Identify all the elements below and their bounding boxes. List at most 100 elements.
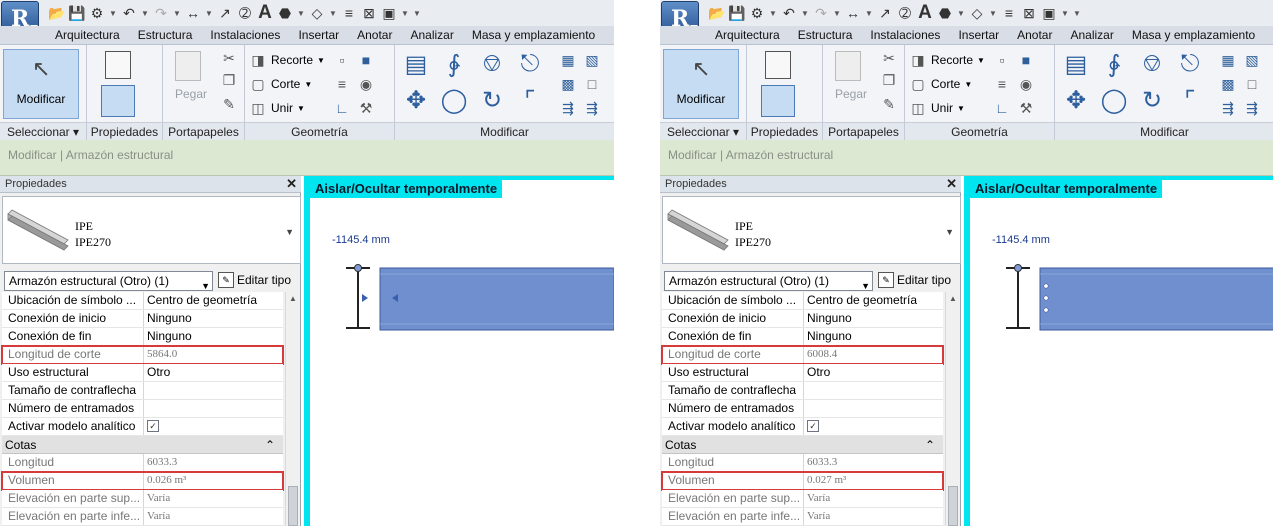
instance-filter-select[interactable]: Armazón estructural (Otro) (1) ▼ — [664, 271, 873, 291]
type-selector[interactable]: IPE IPE270 ▼ — [662, 196, 961, 264]
tab-analizar[interactable]: Analizar — [1061, 26, 1122, 44]
tab-insertar[interactable]: Insertar — [949, 26, 1008, 44]
check-icon[interactable]: ✓ — [147, 420, 159, 432]
paste-icon[interactable] — [175, 51, 201, 81]
modify-button[interactable]: ↖ Modificar — [663, 49, 739, 119]
group-label-seleccionar[interactable]: Seleccionar ▾ — [0, 122, 86, 140]
property-row[interactable]: Volumen 0.026 m³ — [1, 471, 284, 491]
property-value[interactable] — [804, 382, 943, 399]
chevron-down-icon[interactable]: ▼ — [204, 4, 214, 22]
property-value[interactable]: Ninguno — [144, 310, 283, 327]
chevron-down-icon[interactable]: ▼ — [296, 4, 306, 22]
offset-icon[interactable]: ∳ — [439, 49, 469, 79]
chevron-down-icon[interactable]: ▼ — [1060, 4, 1070, 22]
thin-lines-icon[interactable]: ≡ — [1000, 4, 1018, 22]
property-row[interactable]: Activar modelo analítico ✓ — [662, 418, 943, 436]
split-face-icon[interactable]: ≡ — [993, 75, 1011, 93]
split-face-icon[interactable]: ≡ — [333, 75, 351, 93]
property-row[interactable]: Uso estructural Otro — [2, 364, 283, 382]
scrollbar-thumb[interactable] — [288, 486, 298, 526]
copy-modify-icon[interactable]: ◯ — [1099, 85, 1129, 115]
property-checkbox-cell[interactable]: ✓ — [144, 418, 283, 435]
align-icon[interactable]: ▤ — [1061, 49, 1091, 79]
save-icon[interactable]: 💾 — [68, 4, 86, 22]
view-canvas[interactable] — [310, 180, 614, 526]
type-properties-icon[interactable] — [765, 51, 791, 79]
thin-lines-icon[interactable]: ≡ — [340, 4, 358, 22]
paint-icon[interactable]: ◉ — [357, 75, 375, 93]
save-icon[interactable]: 💾 — [728, 4, 746, 22]
property-row[interactable]: Conexión de inicio Ninguno — [662, 310, 943, 328]
undo-icon[interactable]: ↶ — [120, 4, 138, 22]
property-row[interactable]: Elevación en parte infe... Varía — [2, 508, 283, 526]
instance-filter-select[interactable]: Armazón estructural (Otro) (1) ▼ — [4, 271, 213, 291]
properties-toggle-icon[interactable] — [101, 85, 135, 117]
chevron-down-icon[interactable]: ▼ — [988, 4, 998, 22]
tab-anotar[interactable]: Anotar — [348, 26, 401, 44]
property-row[interactable]: Elevación en parte sup... Varía — [662, 490, 943, 508]
trim-extend-single-icon[interactable]: ⇶ — [559, 99, 577, 117]
array-icon[interactable]: ▩ — [559, 75, 577, 93]
hammer-icon[interactable]: ⚒ — [357, 99, 375, 117]
collapse-icon[interactable]: ⌃ — [265, 438, 275, 452]
undo-icon[interactable]: ↶ — [780, 4, 798, 22]
cope-button[interactable]: ▢ Corte ▼ — [909, 75, 972, 93]
section-icon[interactable]: ◇ — [968, 4, 986, 22]
property-row[interactable]: Volumen 0.027 m³ — [661, 471, 944, 491]
property-value[interactable] — [144, 382, 283, 399]
measure-icon[interactable]: ↔ — [844, 4, 862, 22]
close-icon[interactable]: ✕ — [286, 176, 297, 192]
tab-masa-emplazamiento[interactable]: Masa y emplazamiento — [1123, 26, 1264, 44]
tab-estructura[interactable]: Estructura — [789, 26, 862, 44]
scale-icon[interactable]: □ — [583, 75, 601, 93]
property-checkbox-cell[interactable]: ✓ — [804, 418, 943, 435]
property-group-header[interactable]: Cotas ⌃ — [662, 436, 943, 454]
split-gap-icon[interactable]: ▧ — [1243, 51, 1261, 69]
cut-geometry-button[interactable]: ◨ Recorte ▼ — [249, 51, 325, 69]
tag-icon[interactable]: ➁ — [236, 4, 254, 22]
beam-graphic[interactable] — [340, 258, 614, 338]
trim-extend-icon[interactable]: ⌜ — [1175, 85, 1205, 115]
modify-button[interactable]: ↖ Modificar — [3, 49, 79, 119]
move-icon[interactable]: ✥ — [401, 85, 431, 115]
property-row[interactable]: Longitud 6033.3 — [662, 454, 943, 472]
cut-icon[interactable]: ✂ — [220, 49, 238, 67]
mirror-pick-axis-icon[interactable]: ⎊ — [477, 49, 507, 79]
chevron-down-icon[interactable]: ▼ — [956, 4, 966, 22]
close-hidden-windows-icon[interactable]: ⊠ — [360, 4, 378, 22]
paste-icon[interactable] — [835, 51, 861, 81]
property-row[interactable]: Longitud de corte 6008.4 — [661, 345, 944, 365]
chevron-down-icon[interactable]: ▼ — [285, 227, 294, 237]
close-icon[interactable]: ✕ — [946, 176, 957, 192]
tab-estructura[interactable]: Estructura — [129, 26, 202, 44]
paint-icon[interactable]: ◉ — [1017, 75, 1035, 93]
property-row[interactable]: Tamaño de contraflecha — [2, 382, 283, 400]
join-button[interactable]: ◫ Unir ▼ — [249, 99, 305, 117]
wall-joins-icon[interactable]: ▫ — [993, 51, 1011, 69]
trim-extend-multiple-icon[interactable]: ⇶ — [583, 99, 601, 117]
cope-button[interactable]: ▢ Corte ▼ — [249, 75, 312, 93]
close-hidden-windows-icon[interactable]: ⊠ — [1020, 4, 1038, 22]
text-icon[interactable]: A — [916, 2, 934, 23]
tab-masa-emplazamiento[interactable]: Masa y emplazamiento — [463, 26, 604, 44]
property-row[interactable]: Ubicación de símbolo ... Centro de geomet… — [2, 292, 283, 310]
scale-icon[interactable]: □ — [1243, 75, 1261, 93]
join-button[interactable]: ◫ Unir ▼ — [909, 99, 965, 117]
trim-extend-multiple-icon[interactable]: ⇶ — [1243, 99, 1261, 117]
tab-insertar[interactable]: Insertar — [289, 26, 348, 44]
beam-graphic[interactable] — [1000, 258, 1273, 338]
group-label-seleccionar[interactable]: Seleccionar ▾ — [660, 122, 746, 140]
property-row[interactable]: Activar modelo analítico ✓ — [2, 418, 283, 436]
property-value[interactable]: Otro — [804, 364, 943, 381]
property-value[interactable]: Centro de geometría — [144, 292, 283, 309]
hammer-icon[interactable]: ⚒ — [1017, 99, 1035, 117]
split-element-icon[interactable]: ▦ — [1219, 51, 1237, 69]
property-row[interactable]: Tamaño de contraflecha — [662, 382, 943, 400]
properties-scrollbar[interactable]: ▲ — [945, 292, 959, 526]
chevron-down-icon[interactable]: ▼ — [140, 4, 150, 22]
property-row[interactable]: Longitud de corte 5864.0 — [1, 345, 284, 365]
sync-icon[interactable]: ⚙ — [88, 4, 106, 22]
properties-toggle-icon[interactable] — [761, 85, 795, 117]
match-properties-icon[interactable]: ✎ — [220, 95, 238, 113]
redo-icon[interactable]: ↷ — [812, 4, 830, 22]
